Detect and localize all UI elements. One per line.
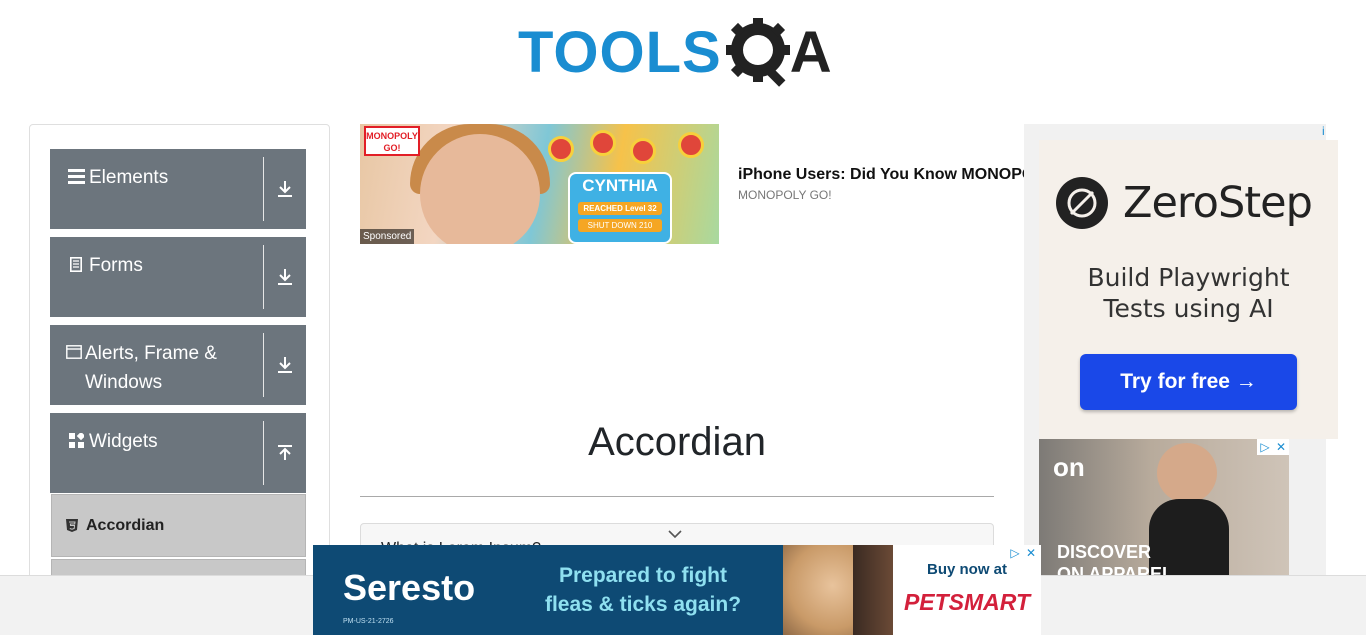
ad-choices[interactable]: ▷ ✕ [1007, 545, 1039, 561]
group-forms[interactable]: Forms [50, 237, 306, 317]
group-widgets[interactable]: Widgets [50, 413, 306, 493]
ad-choices[interactable]: ▷ ✕ [1257, 439, 1289, 455]
chevron-down-icon[interactable] [667, 527, 683, 545]
zerostep-logo-icon [1056, 177, 1108, 229]
widgets-icon [66, 433, 86, 448]
coin-icon [548, 136, 574, 162]
coin-icon [678, 132, 704, 158]
ad-choices-icon[interactable]: ▷ [1257, 439, 1273, 455]
petsmart-logo: PETSMART [903, 589, 1031, 615]
group-label: Widgets [89, 431, 158, 452]
sidebar-item-accordian[interactable]: Accordian [51, 494, 306, 557]
on-brand-logo: on [1053, 452, 1085, 482]
ad-card: CYNTHIA REACHED Level 32 SHUT DOWN 210 [568, 172, 672, 244]
seresto-brand: Seresto [343, 567, 476, 608]
close-icon[interactable]: ✕ [1273, 439, 1289, 455]
ad-card-name: CYNTHIA [582, 176, 658, 195]
zerostep-brand: ZeroStep [1123, 178, 1313, 228]
zerostep-logo: ZeroStep [1055, 176, 1313, 230]
seresto-ad[interactable]: Seresto PM-US-21-2726 Prepared to fight … [313, 545, 1041, 635]
ad-person-head [1157, 443, 1217, 503]
seresto-tagline: Prepared to fight fleas & ticks again? [528, 561, 758, 619]
left-panel: Elements Forms Alerts, Frame & Windows W… [29, 124, 330, 635]
ad-source[interactable]: MONOPOLY GO! [738, 188, 832, 202]
group-label: Elements [89, 167, 169, 188]
hamburger-icon [66, 169, 86, 184]
html5-icon [66, 519, 78, 532]
tagline-line: Build Playwright [1087, 263, 1290, 292]
download-arrow-icon[interactable] [264, 325, 306, 405]
group-label: Alerts, Frame & Windows [85, 343, 217, 393]
ad-face-shape [420, 134, 540, 244]
try-for-free-button[interactable]: Try for free → [1080, 354, 1297, 410]
toolsqa-logo[interactable]: TOOLS A [518, 14, 842, 92]
tagline-line: Prepared to fight [558, 564, 727, 587]
zerostep-tagline: Build Playwright Tests using AI [1039, 262, 1338, 324]
sponsored-ad-image[interactable]: MONOPOLY GO! CYNTHIA REACHED Level 32 SH… [360, 124, 719, 244]
download-arrow-icon[interactable] [264, 149, 306, 229]
ad-headline-link[interactable]: iPhone Users: Did You Know MONOPOLY GO! [738, 166, 1026, 184]
window-icon [66, 345, 82, 359]
zerostep-ad[interactable]: ZeroStep Build Playwright Tests using AI… [1039, 140, 1338, 439]
tagline-line: Tests using AI [1103, 294, 1274, 323]
headline-line: DISCOVER [1057, 542, 1152, 562]
on-apparel-ad[interactable]: on DISCOVER ON APPAREL ▷ ✕ [1039, 439, 1289, 579]
sidebar-item-label: Accordian [86, 516, 165, 534]
coin-icon [630, 138, 656, 164]
coin-icon [590, 130, 616, 156]
ad-headline: DISCOVER ON APPAREL [1057, 541, 1173, 579]
ad-brand-badge: MONOPOLY GO! [364, 126, 420, 156]
ad-card-level: REACHED Level 32 [578, 202, 662, 215]
sponsored-label: Sponsored [360, 229, 415, 244]
page: TOOLS A Elements Forms Alerts, Frame & W… [0, 0, 1366, 635]
ad-info-icon[interactable]: i [1322, 124, 1325, 138]
close-icon[interactable]: ✕ [1023, 545, 1039, 561]
divider [360, 496, 994, 497]
buy-now-label: Buy now at [926, 561, 1007, 578]
ad-person-image [853, 545, 893, 635]
page-title: Accordian [588, 420, 766, 464]
ad-code: PM-US-21-2726 [343, 618, 394, 625]
group-alerts-frame-windows[interactable]: Alerts, Frame & Windows [50, 325, 306, 405]
logo-text: TOOLS [518, 20, 722, 85]
ad-choices-icon[interactable]: ▷ [1007, 545, 1023, 561]
ad-card-sub: SHUT DOWN 210 [578, 219, 662, 232]
download-arrow-icon[interactable] [264, 237, 306, 317]
group-label: Forms [89, 255, 143, 276]
logo-suffix: A [789, 20, 832, 85]
tagline-line: fleas & ticks again? [544, 593, 742, 616]
gear-magnifier-icon [725, 18, 790, 87]
group-elements[interactable]: Elements [50, 149, 306, 229]
upload-arrow-icon[interactable] [264, 413, 306, 493]
document-icon [66, 257, 86, 272]
